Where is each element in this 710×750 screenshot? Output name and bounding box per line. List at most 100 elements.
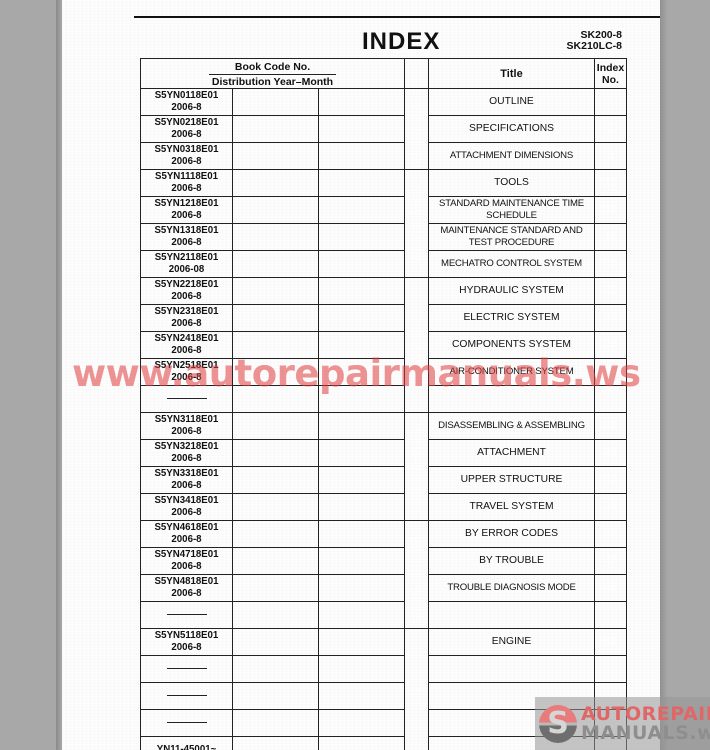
model-number-secondary: SK210LC-8 xyxy=(566,40,622,52)
header-category-spacer xyxy=(404,58,429,89)
empty-row-dash xyxy=(166,613,207,615)
book-code-value: YN11-45001~ xyxy=(156,744,217,750)
book-code-value: S5YN3318E01 xyxy=(154,468,219,479)
cell-book-code-blank xyxy=(232,385,319,413)
cell-book-code-blank xyxy=(318,547,405,575)
empty-row-dash xyxy=(166,694,207,696)
table-row xyxy=(140,655,627,683)
distribution-date-value: 2006-8 xyxy=(171,129,202,140)
category-label: SPECIFICATIONS xyxy=(411,88,422,170)
header-book-code: Book Code No. Distribution Year–Month xyxy=(140,58,405,89)
cell-book-code xyxy=(140,385,233,413)
cell-title: COMPONENTS SYSTEM xyxy=(428,331,595,359)
cell-book-code-blank xyxy=(318,601,405,629)
distribution-date-value: 2006-8 xyxy=(171,372,202,383)
cell-book-code: S5YN4818E01 2006-8 xyxy=(140,574,233,602)
distribution-date-value: 2006-8 xyxy=(171,183,202,194)
cell-index-no xyxy=(594,385,627,413)
cell-index-no: 1 xyxy=(594,88,627,116)
cell-title: TRAVEL SYSTEM xyxy=(428,493,595,521)
cell-book-code-blank xyxy=(318,250,405,278)
book-code-value: S5YN4618E01 xyxy=(154,522,219,533)
cell-book-code-blank xyxy=(318,628,405,656)
cell-title: ENGINE xyxy=(428,628,595,656)
table-row: S5YN2418E01 2006-8 COMPONENTS SYSTEM 24 xyxy=(140,331,627,359)
cell-title: HYDRAULIC SYSTEM xyxy=(428,277,595,305)
book-code-value: S5YN1218E01 xyxy=(154,198,219,209)
cell-book-code-blank xyxy=(232,277,319,305)
distribution-date-value: 2006-8 xyxy=(171,453,202,464)
book-code-value: S5YN2418E01 xyxy=(154,333,219,344)
book-code-value: S5YN2318E01 xyxy=(154,306,219,317)
cell-title: SPECIFICATIONS xyxy=(428,115,595,143)
header-index-no: Index No. xyxy=(594,58,627,89)
book-code-value: S5YN3218E01 xyxy=(154,441,219,452)
table-row: S5YN1318E01 2006-8 MAINTENANCE STANDARD AN… xyxy=(140,223,627,251)
distribution-date-value: 2006-8 xyxy=(171,426,202,437)
table-row: S5YN4818E01 2006-8 TROUBLE DIAGNOSIS MODE 4… xyxy=(140,574,627,602)
book-code-value: S5YN0118E01 xyxy=(154,90,219,101)
cell-title: OUTLINE xyxy=(428,88,595,116)
cell-index-no: 23 xyxy=(594,304,627,332)
header-title: Title xyxy=(428,58,595,89)
header-rule xyxy=(134,16,660,18)
table-row xyxy=(140,385,627,413)
cell-index-no: 13 xyxy=(594,223,627,251)
cell-book-code-blank xyxy=(232,223,319,251)
distribution-date-value: 2006-8 xyxy=(171,156,202,167)
table-row: S5YN2518E01 2006-8 AIR-CONDITIONER SYSTEM 2… xyxy=(140,358,627,386)
table-row xyxy=(140,709,627,737)
cell-book-code-blank xyxy=(318,196,405,224)
cell-book-code-blank xyxy=(232,520,319,548)
table-row: YN11-45001~ xyxy=(140,736,627,750)
table-row: S5YN0218E01 2006-8 SPECIFICATIONS 2 xyxy=(140,115,627,143)
book-code-value: S5YN0218E01 xyxy=(154,117,219,128)
book-code-value: S5YN1118E01 xyxy=(154,171,219,182)
cell-book-code-blank xyxy=(318,412,405,440)
cell-book-code-blank xyxy=(232,331,319,359)
page-right-shadow xyxy=(660,0,668,750)
cell-title: MECHATRO CONTROL SYSTEM xyxy=(428,250,595,278)
cell-index-no: 24 xyxy=(594,331,627,359)
distribution-date-value: 2006-8 xyxy=(171,345,202,356)
cell-title: TOOLS xyxy=(428,169,595,197)
cell-title: ATTACHMENT xyxy=(428,439,595,467)
cell-category: SYSTEM xyxy=(404,277,429,413)
cell-index-no xyxy=(594,709,627,737)
empty-row-dash xyxy=(166,397,207,399)
cell-index-no: 33 xyxy=(594,466,627,494)
cell-book-code-blank xyxy=(318,466,405,494)
cell-book-code-blank xyxy=(318,88,405,116)
cell-book-code: S5YN0118E01 2006-8 xyxy=(140,88,233,116)
table-header-row: Book Code No. Distribution Year–Month Ti… xyxy=(140,58,627,89)
cell-book-code-blank xyxy=(318,331,405,359)
book-code-value: S5YN3118E01 xyxy=(154,414,219,425)
cell-title: MAINTENANCE STANDARD AND TEST PROCEDURE xyxy=(428,223,595,251)
cell-book-code xyxy=(140,601,233,629)
cell-title xyxy=(428,601,595,629)
distribution-date-value: 2006-8 xyxy=(171,210,202,221)
cell-index-no: 48 xyxy=(594,574,627,602)
cell-book-code: S5YN3118E01 2006-8 xyxy=(140,412,233,440)
cell-book-code-blank xyxy=(318,682,405,710)
cell-book-code xyxy=(140,655,233,683)
cell-book-code-blank xyxy=(232,358,319,386)
cell-title: ELECTRIC SYSTEM xyxy=(428,304,595,332)
cell-title xyxy=(428,736,595,750)
cell-book-code-blank xyxy=(318,115,405,143)
book-code-value: S5YN4818E01 xyxy=(154,576,219,587)
cell-book-code: S5YN3218E01 2006-8 xyxy=(140,439,233,467)
cell-book-code-blank xyxy=(318,520,405,548)
cell-book-code-blank xyxy=(232,736,319,750)
table-row: S5YN0118E01 2006-8 SPECIFICATIONS OUTLINE 1 xyxy=(140,88,627,170)
distribution-date-value: 2006-8 xyxy=(171,534,202,545)
book-code-value: S5YN1318E01 xyxy=(154,225,219,236)
cell-category: E/G xyxy=(404,628,429,750)
cell-book-code-blank xyxy=(232,466,319,494)
screenshot-viewport: INDEX SK200-8 SK210LC-8 Book Code No. Di… xyxy=(0,0,710,750)
cell-book-code: S5YN0318E01 2006-8 xyxy=(140,142,233,170)
table-row: S5YN4718E01 2006-8 BY TROUBLE 47 xyxy=(140,547,627,575)
cell-title xyxy=(428,385,595,413)
cell-book-code-blank xyxy=(318,736,405,750)
category-label: E/G xyxy=(411,687,422,705)
